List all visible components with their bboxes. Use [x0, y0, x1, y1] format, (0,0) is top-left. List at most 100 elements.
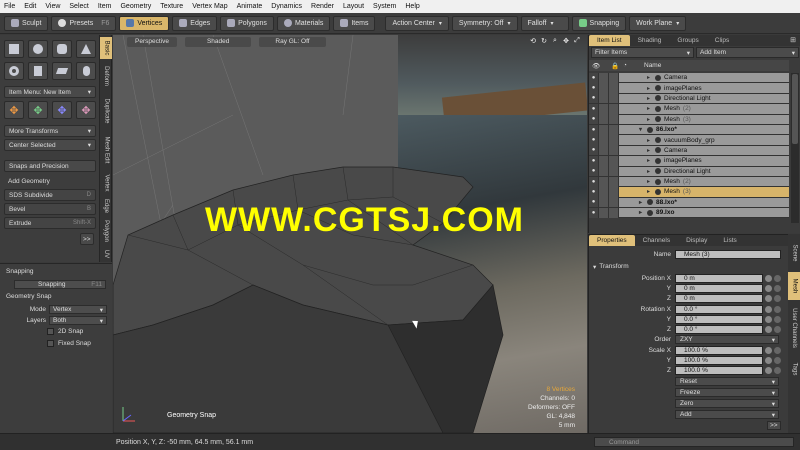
visibility-eye-icon[interactable]: ●: [589, 176, 599, 187]
name-field[interactable]: Mesh (3): [675, 250, 781, 259]
lock-toggle[interactable]: [599, 83, 609, 94]
lock-toggle[interactable]: [599, 124, 609, 135]
tab-channels[interactable]: Channels: [635, 235, 678, 246]
lock-toggle[interactable]: [599, 145, 609, 156]
tab-vertex[interactable]: Vertex: [100, 171, 112, 195]
render-toggle[interactable]: [609, 166, 619, 177]
menu-geometry[interactable]: Geometry: [120, 3, 151, 10]
filter-items-dropdown[interactable]: Filter Items ▾: [591, 47, 694, 58]
mode-dropdown[interactable]: Vertex ▾: [49, 305, 107, 314]
transform-header[interactable]: ▾ Transform: [593, 262, 793, 271]
item-row[interactable]: ● ▸ Directional Light: [589, 93, 789, 105]
visibility-eye-icon[interactable]: ●: [589, 166, 599, 177]
extrude-button[interactable]: Extrude Shift-X: [4, 217, 96, 229]
menu-layout[interactable]: Layout: [343, 3, 364, 10]
render-toggle[interactable]: [609, 72, 619, 83]
render-toggle[interactable]: [609, 135, 619, 146]
render-toggle[interactable]: [609, 83, 619, 94]
visibility-eye-icon[interactable]: ●: [589, 197, 599, 208]
item-row[interactable]: ● ▸ Mesh (2): [589, 176, 789, 188]
link-icon[interactable]: [774, 326, 781, 333]
capsule-tool-button[interactable]: [76, 62, 96, 80]
tab-shading[interactable]: Shading: [630, 35, 670, 46]
item-row[interactable]: ● ▸ imagePlanes: [589, 155, 789, 167]
vertices-button[interactable]: Vertices: [119, 15, 170, 31]
scale-z-field[interactable]: 100.0 %: [675, 366, 763, 375]
visibility-eye-icon[interactable]: ●: [589, 145, 599, 156]
visibility-eye-icon[interactable]: ●: [589, 124, 599, 135]
menu-file[interactable]: File: [4, 3, 15, 10]
link-icon[interactable]: [774, 347, 781, 354]
visibility-eye-icon[interactable]: ●: [589, 155, 599, 166]
shaded-dropdown[interactable]: Shaded: [184, 36, 252, 47]
tab-clips[interactable]: Clips: [707, 35, 737, 46]
item-row[interactable]: ● ▸ Mesh (3): [589, 114, 789, 125]
symmetry-dropdown[interactable]: Symmetry: Off ▾: [451, 15, 518, 31]
visibility-eye-icon[interactable]: ●: [589, 83, 599, 94]
menu-edit[interactable]: Edit: [24, 3, 36, 10]
tab-groups[interactable]: Groups: [669, 35, 706, 46]
item-row[interactable]: ● ▸ Directional Light: [589, 166, 789, 177]
expand-arrow-icon[interactable]: ▸: [647, 178, 650, 185]
keyframe-icon[interactable]: [765, 326, 772, 333]
render-toggle[interactable]: [609, 176, 619, 187]
render-toggle[interactable]: [609, 155, 619, 166]
item-list-scrollbar[interactable]: [791, 73, 799, 223]
add-geometry-header[interactable]: Add Geometry: [4, 175, 96, 187]
render-toggle[interactable]: [609, 197, 619, 208]
command-input[interactable]: Command: [594, 437, 794, 447]
tab-tags[interactable]: Tags: [788, 356, 800, 382]
tab-duplicate[interactable]: Duplicate: [100, 93, 112, 129]
visibility-eye-icon[interactable]: ●: [589, 114, 599, 125]
expand-arrow-icon[interactable]: ▸: [647, 188, 650, 195]
tab-edge[interactable]: Edge: [100, 197, 112, 215]
tab-mesh[interactable]: Mesh: [788, 272, 800, 300]
expand-arrow-icon[interactable]: ▸: [647, 137, 650, 144]
add-dropdown[interactable]: Add ▾: [675, 410, 779, 419]
snaps-precision-button[interactable]: Snaps and Precision: [4, 160, 96, 172]
expand-arrow-icon[interactable]: ▸: [647, 147, 650, 154]
position-z-field[interactable]: 0 m: [675, 294, 763, 303]
keyframe-icon[interactable]: [765, 285, 772, 292]
rotation-y-field[interactable]: 0.0 °: [675, 315, 763, 324]
link-icon[interactable]: [774, 295, 781, 302]
expand-arrow-icon[interactable]: ▸: [647, 157, 650, 164]
expand-arrow-icon[interactable]: ▸: [639, 199, 642, 206]
scene-group-row[interactable]: ● ▾ 86.lxo*: [589, 124, 789, 136]
item-menu-dropdown[interactable]: Item Menu: New Item ▾: [4, 86, 96, 98]
lock-toggle[interactable]: [599, 103, 609, 114]
move-tool-button[interactable]: ✥: [4, 101, 24, 119]
lock-toggle[interactable]: [599, 135, 609, 146]
tab-deform[interactable]: Deform: [100, 61, 112, 91]
lock-toggle[interactable]: [599, 207, 609, 218]
visibility-eye-icon[interactable]: ●: [589, 93, 599, 104]
plane-tool-button[interactable]: [52, 62, 72, 80]
menu-select[interactable]: Select: [69, 3, 88, 10]
menu-animate[interactable]: Animate: [237, 3, 263, 10]
rotation-z-field[interactable]: 0.0 °: [675, 325, 763, 334]
expand-arrow-icon[interactable]: ▸: [647, 85, 650, 92]
menu-vertex-map[interactable]: Vertex Map: [192, 3, 227, 10]
keyframe-icon[interactable]: [765, 295, 772, 302]
transform-tool-button[interactable]: ✥: [76, 101, 96, 119]
snapping-toggle-button[interactable]: Snapping F11: [14, 280, 106, 289]
freeze-dropdown[interactable]: Freeze ▾: [675, 388, 779, 397]
menu-system[interactable]: System: [373, 3, 396, 10]
scene-group-row[interactable]: ● ▸ 89.lxo: [589, 207, 789, 219]
link-icon[interactable]: [774, 275, 781, 282]
expand-arrow-icon[interactable]: ▸: [639, 209, 642, 216]
expand-arrow-icon[interactable]: ▾: [639, 126, 642, 133]
tab-properties[interactable]: Properties: [589, 235, 635, 246]
sphere-tool-button[interactable]: [28, 40, 48, 58]
menu-item[interactable]: Item: [98, 3, 112, 10]
link-icon[interactable]: [774, 316, 781, 323]
bevel-button[interactable]: Bevel B: [4, 203, 96, 215]
3d-viewport[interactable]: Perspective Shaded Ray GL: Off ⟲ ↻ ⌕ ✥ ⤢…: [113, 35, 587, 433]
menu-help[interactable]: Help: [405, 3, 419, 10]
expand-arrow-icon[interactable]: ▸: [647, 168, 650, 175]
render-toggle[interactable]: [609, 207, 619, 218]
item-row[interactable]: ● ▸ Camera: [589, 72, 789, 84]
keyframe-icon[interactable]: [765, 275, 772, 282]
cylinder-tool-button[interactable]: [52, 40, 72, 58]
torus-tool-button[interactable]: [4, 62, 24, 80]
